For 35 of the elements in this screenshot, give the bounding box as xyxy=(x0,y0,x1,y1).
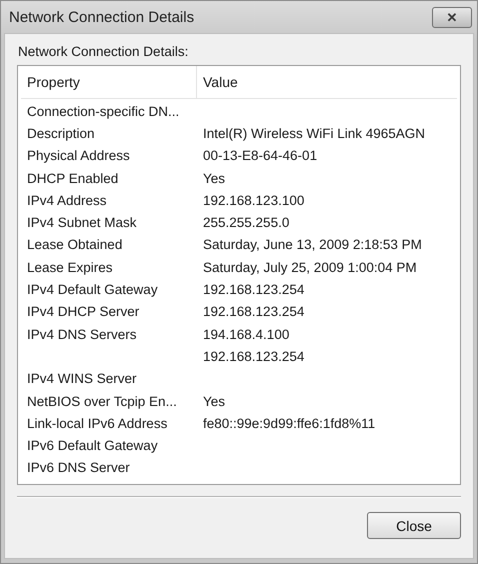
value-cell: 255.255.255.0 xyxy=(203,215,290,230)
property-cell: IPv6 DNS Server xyxy=(27,460,130,476)
property-cell: Lease Expires xyxy=(27,260,113,275)
value-cell: Saturday, June 13, 2009 2:18:53 PM xyxy=(203,237,422,252)
value-cell: 192.168.123.254 xyxy=(203,304,304,320)
value-cell: Intel(R) Wireless WiFi Link 4965AGN xyxy=(203,126,426,141)
value-cell: 192.168.123.254 xyxy=(203,282,304,298)
column-header[interactable]: Value xyxy=(197,66,238,98)
value-cell: 192.168.123.254 xyxy=(203,348,304,364)
property-cell: IPv4 Default Gateway xyxy=(27,282,158,298)
group-label: Network Connection Details: xyxy=(18,44,190,59)
value-cell: Saturday, July 25, 2009 1:00:04 PM xyxy=(203,260,417,275)
value-cell: 194.168.4.100 xyxy=(203,326,290,342)
window-title: Network Connection Details xyxy=(9,8,194,26)
property-cell: Connection-specific DN... xyxy=(27,104,180,119)
value-cell: 192.168.123.100 xyxy=(203,192,304,208)
property-cell: Description xyxy=(27,126,95,141)
close-button[interactable]: ✕ xyxy=(432,6,472,28)
property-cell: Link-local IPv6 Address xyxy=(27,416,168,431)
property-cell: IPv6 Default Gateway xyxy=(27,438,158,454)
property-cell: IPv4 Subnet Mask xyxy=(27,215,137,230)
property-cell: Physical Address xyxy=(27,148,130,164)
property-cell: DHCP Enabled xyxy=(27,170,118,186)
value-cell: 00-13-E8-64-46-01 xyxy=(203,148,318,164)
property-cell: IPv4 DHCP Server xyxy=(27,304,140,320)
property-cell: NetBIOS over Tcpip En... xyxy=(27,394,177,408)
property-cell: IPv4 Address xyxy=(27,192,107,208)
property-cell: Lease Obtained xyxy=(27,237,122,252)
property-cell: IPv4 WINS Server xyxy=(27,371,137,386)
value-cell: Yes xyxy=(203,394,226,408)
close-button[interactable]: Close xyxy=(367,512,461,539)
value-cell: fe80::99e:9d99:ffe6:1fd8%11 xyxy=(203,416,376,431)
column-header[interactable]: Property xyxy=(21,66,197,98)
property-cell: IPv4 DNS Servers xyxy=(27,326,137,342)
value-cell: Yes xyxy=(203,170,226,186)
